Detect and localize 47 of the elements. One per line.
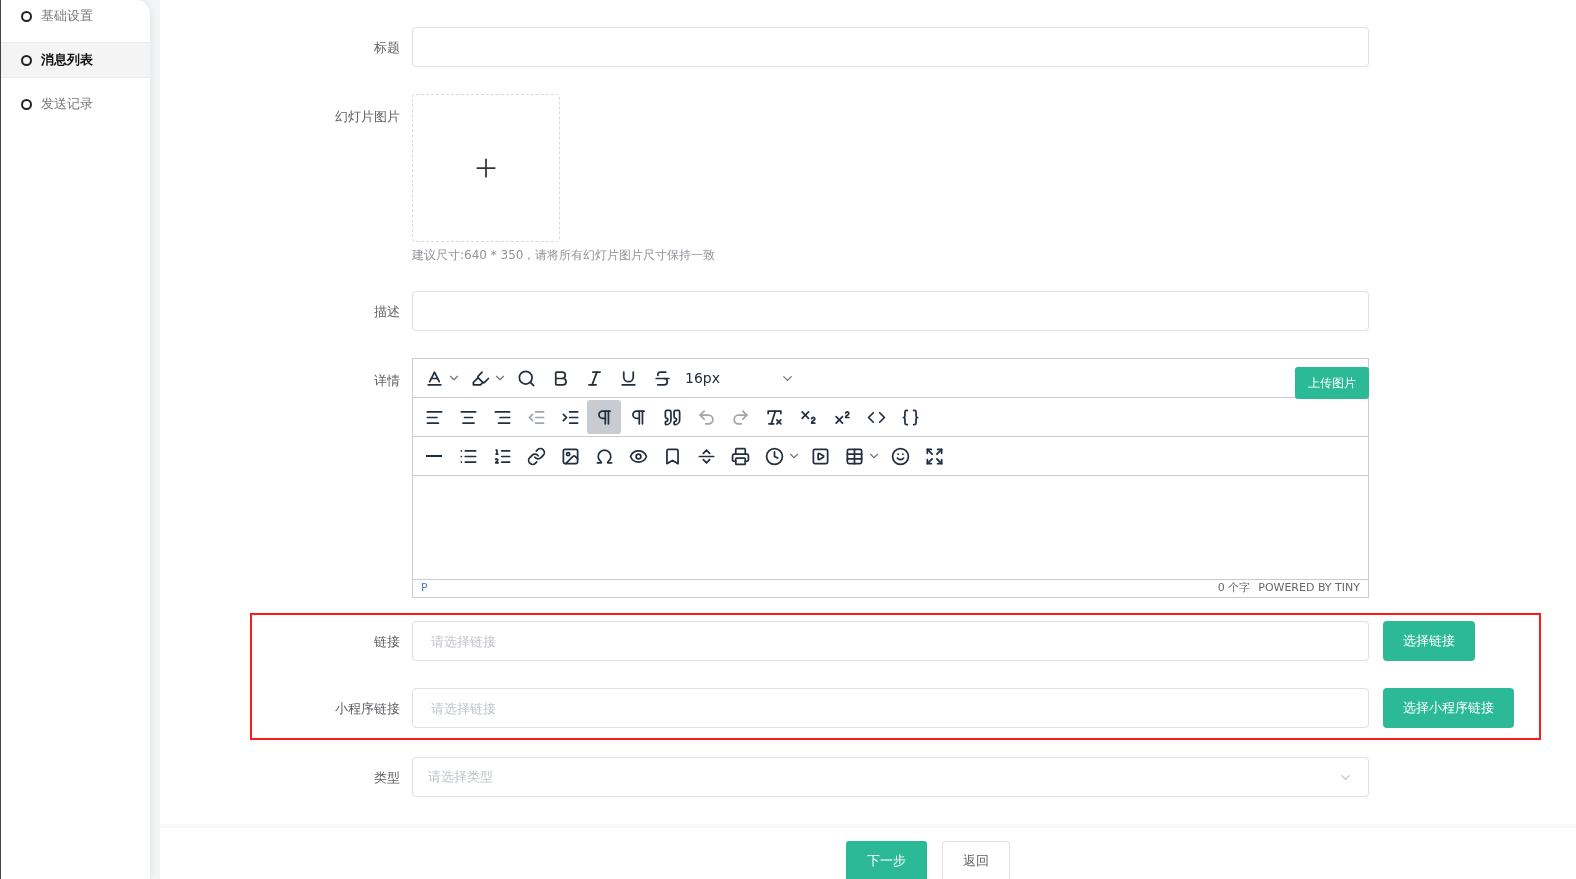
sidebar-item[interactable]: 基础设置 <box>1 0 150 34</box>
field-label: 小程序链接 <box>335 701 400 716</box>
printer-icon <box>730 446 750 466</box>
word-count: 0 个字 <box>1217 580 1251 597</box>
horizontal-line-icon <box>426 455 442 457</box>
undo-icon <box>696 407 716 427</box>
field-label: 链接 <box>374 634 400 649</box>
sidebar-item[interactable]: 消息列表 <box>1 42 150 78</box>
element-path[interactable]: P <box>421 580 428 597</box>
upload-image-button[interactable]: 上传图片 <box>1295 366 1369 399</box>
video-icon <box>810 446 830 466</box>
numbered-list-icon <box>492 446 512 466</box>
toolbar-button[interactable] <box>587 400 621 434</box>
sidebar-item[interactable]: 发送记录 <box>1 86 150 122</box>
text-field[interactable] <box>412 291 1369 331</box>
field-label: 幻灯片图片 <box>335 109 400 124</box>
powered-by-link[interactable]: POWERED BY TINY <box>1258 580 1360 597</box>
redo-icon <box>730 407 750 427</box>
text-color-icon <box>424 368 444 388</box>
link-field[interactable]: 请选择链接 <box>412 621 1369 661</box>
link-field[interactable]: 请选择链接 <box>412 688 1369 728</box>
clock-icon <box>764 446 784 466</box>
underline-icon <box>618 368 638 388</box>
link-icon <box>526 446 546 466</box>
clear-format-icon <box>764 407 784 427</box>
next-step-button[interactable]: 下一步 <box>846 841 927 879</box>
font-size-select[interactable]: 16px <box>679 361 801 395</box>
table-icon <box>844 446 864 466</box>
smile-icon <box>890 446 910 466</box>
text-field[interactable] <box>412 27 1369 67</box>
select-link-button[interactable]: 选择链接 <box>1383 621 1475 661</box>
search-icon <box>516 368 536 388</box>
omega-icon <box>594 446 614 466</box>
field-label: 标题 <box>374 40 400 55</box>
highlighter-icon <box>470 368 490 388</box>
image-icon <box>560 446 580 466</box>
fullscreen-icon <box>924 446 944 466</box>
size-hint: 建议尺寸:640 * 350，请将所有幻灯片图片尺寸保持一致 <box>412 247 716 264</box>
field-label: 描述 <box>374 304 400 319</box>
field-label: 类型 <box>374 770 400 785</box>
page-break-icon <box>696 446 716 466</box>
quote-icon <box>662 407 682 427</box>
strikethrough-icon <box>652 368 672 388</box>
field-label: 详情 <box>374 373 400 388</box>
braces-icon <box>900 407 920 427</box>
back-button[interactable]: 返回 <box>942 841 1010 879</box>
select-link-button[interactable]: 选择小程序链接 <box>1383 688 1514 728</box>
